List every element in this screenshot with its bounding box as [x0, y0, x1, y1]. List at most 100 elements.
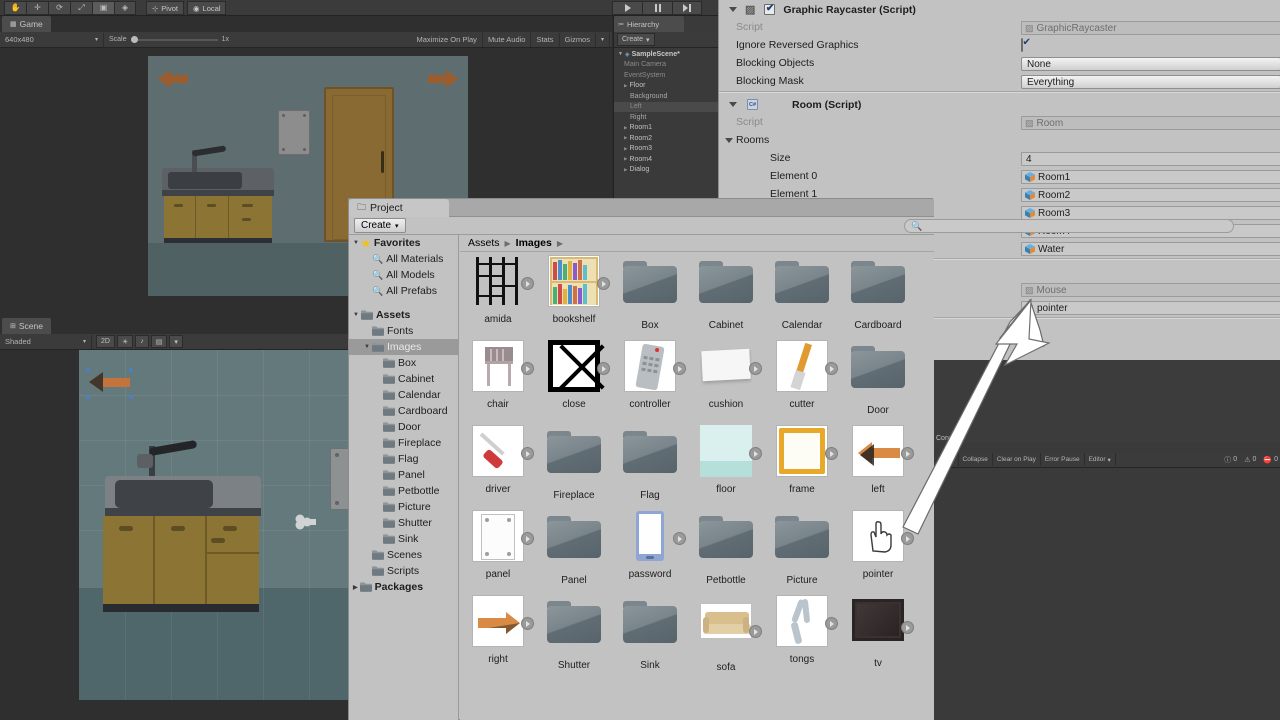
scene-selected-left-arrow[interactable]	[87, 364, 132, 400]
rect-tool-icon[interactable]: ▣	[92, 1, 114, 15]
chevron-down-icon[interactable]: ▼	[353, 312, 359, 318]
asset-thumbnail[interactable]	[470, 425, 526, 481]
scale-thumb[interactable]	[131, 36, 138, 43]
tree-item-fonts[interactable]: Fonts	[349, 323, 458, 339]
chevron-right-icon[interactable]: ▶	[624, 135, 627, 141]
pivot-button[interactable]: ⊹ Pivot	[146, 1, 184, 15]
expand-subasset-icon[interactable]	[901, 532, 914, 545]
asset-thumbnail[interactable]	[850, 425, 906, 481]
shading-dropdown[interactable]: Shaded ▾	[0, 335, 92, 349]
asset-thumbnail[interactable]	[622, 601, 678, 657]
asset-thumbnail[interactable]	[470, 595, 526, 651]
asset-thumbnail[interactable]	[850, 346, 906, 402]
tab-hierarchy[interactable]: ≔ Hierarchy	[614, 16, 684, 32]
field-checkbox[interactable]	[1021, 38, 1023, 52]
expand-subasset-icon[interactable]	[825, 447, 838, 460]
field-object-reference[interactable]: ☞pointer	[1021, 301, 1280, 315]
asset-item-controller[interactable]: controller	[612, 338, 688, 410]
asset-item-cardboard[interactable]: Cardboard	[840, 253, 916, 331]
hierarchy-tree[interactable]: ▼ ◈ SampleScene* Main CameraEventSystem▶…	[614, 49, 719, 175]
field-object-reference[interactable]: ▨Room	[1021, 116, 1280, 130]
component-header-room[interactable]: C#Room (Script)	[719, 95, 1280, 114]
asset-thumbnail[interactable]	[774, 425, 830, 481]
tree-item-fireplace[interactable]: Fireplace	[349, 435, 458, 451]
option-gizmos[interactable]: Gizmos	[560, 33, 596, 47]
asset-item-tongs[interactable]: tongs	[764, 593, 840, 665]
asset-item-picture[interactable]: Picture	[764, 508, 840, 586]
asset-item-pointer[interactable]: pointer	[840, 508, 916, 580]
tree-item-calendar[interactable]: Calendar	[349, 387, 458, 403]
asset-item-door[interactable]: Door	[840, 338, 916, 416]
asset-item-petbottle[interactable]: Petbottle	[688, 508, 764, 586]
chevron-right-icon[interactable]: ▶	[624, 83, 627, 89]
asset-item-panel[interactable]: panel	[460, 508, 536, 580]
asset-item-box[interactable]: Box	[612, 253, 688, 331]
chevron-right-icon[interactable]: ▶	[624, 146, 627, 152]
expand-subasset-icon[interactable]	[521, 277, 534, 290]
fx-toggle-icon[interactable]: ▤	[151, 335, 168, 348]
asset-item-sofa[interactable]: sofa	[688, 593, 764, 673]
field-object-reference[interactable]: ▨Mouse	[1021, 283, 1280, 297]
tree-item-panel[interactable]: Panel	[349, 467, 458, 483]
fx-chevron-icon[interactable]: ▾	[169, 335, 183, 348]
hierarchy-item-room3[interactable]: ▶Room3	[614, 144, 719, 155]
field-number-input[interactable]: 4	[1021, 152, 1280, 166]
asset-thumbnail[interactable]	[546, 340, 602, 396]
asset-item-tv[interactable]: tv	[840, 593, 916, 669]
scale-track[interactable]	[131, 39, 218, 41]
project-tree-panel[interactable]: ▼★Favorites🔍All Materials🔍All Models🔍All…	[349, 235, 459, 720]
asset-thumbnail[interactable]	[698, 516, 754, 572]
asset-thumbnail[interactable]	[546, 255, 602, 311]
asset-thumbnail[interactable]	[622, 510, 678, 566]
option-stats[interactable]: Stats	[531, 33, 559, 47]
asset-item-cutter[interactable]: cutter	[764, 338, 840, 410]
expand-subasset-icon[interactable]	[521, 532, 534, 545]
asset-thumbnail[interactable]	[850, 599, 906, 655]
lighting-toggle-icon[interactable]: ☀	[117, 335, 133, 348]
tree-item-shutter[interactable]: Shutter	[349, 515, 458, 531]
expand-subasset-icon[interactable]	[521, 447, 534, 460]
local-button[interactable]: ◉ Local	[187, 1, 226, 15]
asset-item-close[interactable]: close	[536, 338, 612, 410]
toggle-2d[interactable]: 2D	[96, 335, 115, 348]
hierarchy-scene-root[interactable]: ▼ ◈ SampleScene*	[614, 49, 719, 60]
pivot-group[interactable]: ⊹ Pivot ◉ Local	[146, 1, 226, 15]
asset-item-cabinet[interactable]: Cabinet	[688, 253, 764, 331]
option-maximize-on-play[interactable]: Maximize On Play	[412, 33, 483, 47]
chevron-down-icon[interactable]: ▼	[353, 240, 359, 246]
expand-subasset-icon[interactable]	[901, 447, 914, 460]
step-button[interactable]	[672, 1, 702, 15]
chevron-right-icon[interactable]: ▶	[353, 584, 358, 591]
asset-item-flag[interactable]: Flag	[612, 423, 688, 501]
rotate-tool-icon[interactable]: ⟳	[48, 1, 70, 15]
chevron-right-icon[interactable]: ▶	[624, 156, 627, 162]
tree-item-cabinet[interactable]: Cabinet	[349, 371, 458, 387]
asset-item-floor[interactable]: floor	[688, 423, 764, 495]
hierarchy-item-dialog[interactable]: ▶Dialog	[614, 165, 719, 176]
scene-camera-gizmo-icon[interactable]	[292, 514, 320, 530]
asset-item-calendar[interactable]: Calendar	[764, 253, 840, 331]
scene-sink-cabinet[interactable]	[101, 442, 261, 622]
asset-thumbnail[interactable]	[546, 601, 602, 657]
transform-tools[interactable]: ✋ ✛ ⟳ ⤢ ▣ ◈	[4, 1, 136, 15]
chevron-right-icon[interactable]: ▶	[624, 167, 627, 173]
asset-item-fireplace[interactable]: Fireplace	[536, 423, 612, 501]
console-error-pause-button[interactable]: Error Pause	[1041, 453, 1085, 466]
breadcrumb[interactable]: Assets ▶ Images ▶	[460, 235, 934, 252]
tree-item-sink[interactable]: Sink	[349, 531, 458, 547]
expand-subasset-icon[interactable]	[749, 362, 762, 375]
asset-thumbnail[interactable]	[622, 340, 678, 396]
tree-item-favorites[interactable]: ▼★Favorites	[349, 235, 458, 251]
asset-thumbnail[interactable]	[698, 340, 754, 396]
play-controls[interactable]	[612, 1, 702, 15]
game-options[interactable]: Maximize On Play Mute Audio Stats Gizmos…	[412, 33, 611, 47]
scale-tool-icon[interactable]: ⤢	[70, 1, 92, 15]
field-dropdown[interactable]: Everything	[1021, 75, 1280, 89]
hierarchy-item-background[interactable]: Background	[614, 91, 719, 102]
option-mute-audio[interactable]: Mute Audio	[483, 33, 532, 47]
hierarchy-item-room2[interactable]: ▶Room2	[614, 133, 719, 144]
breadcrumb-assets[interactable]: Assets	[468, 237, 500, 249]
hierarchy-item-room4[interactable]: ▶Room4	[614, 154, 719, 165]
breadcrumb-images[interactable]: Images	[516, 237, 552, 249]
project-create-button[interactable]: Create ▾	[354, 218, 406, 233]
